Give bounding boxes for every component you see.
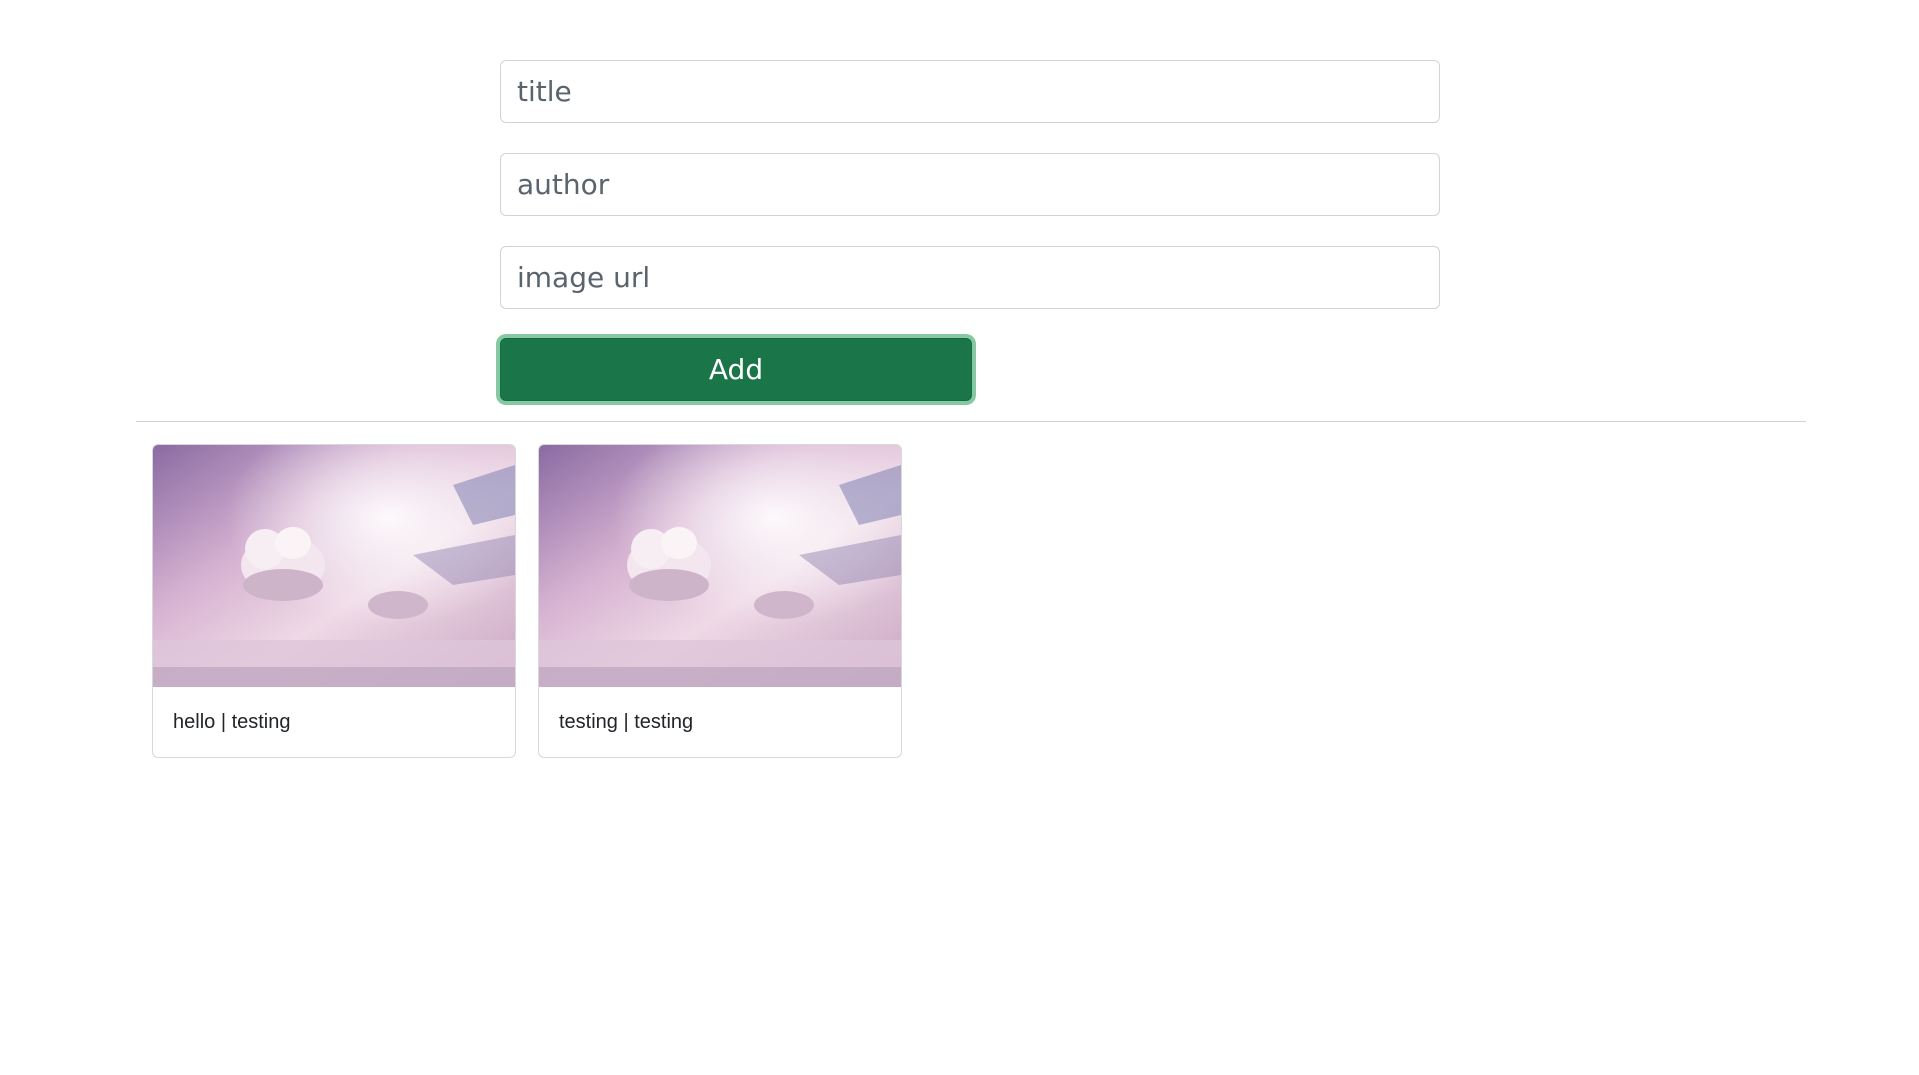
card-list: hello | testing testing | testing bbox=[152, 444, 902, 758]
card-caption: hello | testing bbox=[173, 711, 291, 733]
card-image bbox=[153, 445, 515, 687]
post-card: hello | testing bbox=[152, 444, 516, 758]
post-card: testing | testing bbox=[538, 444, 902, 758]
add-post-form bbox=[500, 60, 1440, 339]
card-image bbox=[539, 445, 901, 687]
card-caption: testing | testing bbox=[559, 711, 694, 733]
author-input[interactable] bbox=[500, 153, 1440, 216]
title-input[interactable] bbox=[500, 60, 1440, 123]
page: Add bbox=[0, 0, 1919, 1075]
divider bbox=[136, 421, 1806, 422]
image-url-input[interactable] bbox=[500, 246, 1440, 309]
add-button[interactable]: Add bbox=[500, 338, 972, 401]
